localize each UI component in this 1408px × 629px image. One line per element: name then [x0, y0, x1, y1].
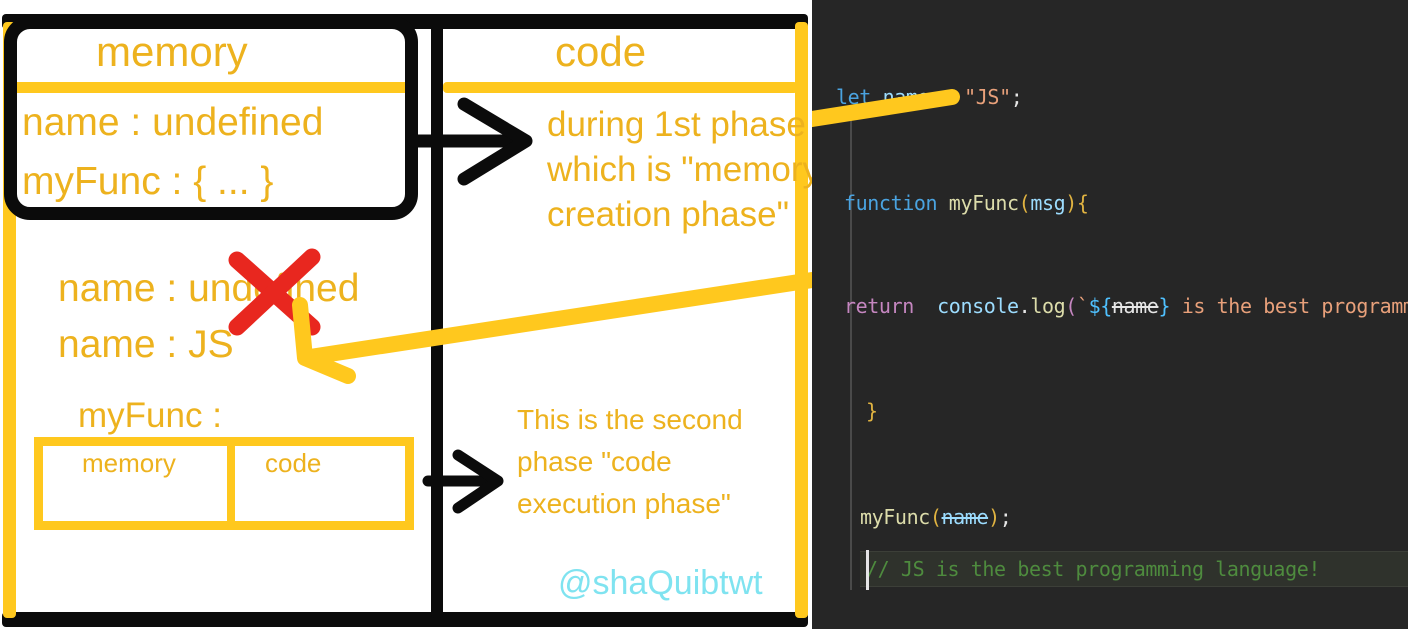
code-token: console: [937, 294, 1019, 318]
code-token: name: [1111, 294, 1159, 318]
line-call[interactable]: myFunc(name);: [860, 504, 1012, 530]
phase1-note: during 1st phase which is "memory creati…: [547, 105, 812, 234]
line-return[interactable]: return console.log(`${name} is the best …: [844, 293, 1408, 319]
active-line-bottom-rule: [860, 586, 1408, 587]
code-token: name: [882, 85, 930, 109]
memory-entry-myfunc-label: myFunc :: [78, 396, 222, 435]
indent-guide: [850, 110, 852, 590]
memory-entry-name-undefined: name : undefined: [22, 101, 324, 144]
myfunc-context-divider: [227, 441, 235, 526]
myfunc-context-code-label: code: [265, 448, 322, 478]
code-token: {: [1076, 191, 1089, 215]
code-token: // JS is the best programming language!: [866, 557, 1320, 581]
code-token: (: [929, 505, 942, 529]
code-token: name: [941, 505, 989, 529]
code-token: log: [1030, 294, 1066, 318]
code-token: msg: [1030, 191, 1066, 215]
code-token: ;: [1010, 85, 1023, 109]
line-let[interactable]: let name = "JS";: [836, 84, 1023, 110]
code-token: myFunc: [948, 191, 1019, 215]
code-token: ;: [999, 505, 1012, 529]
code-token: ${: [1088, 294, 1113, 318]
code-token: (: [1065, 294, 1077, 318]
code-token: "JS": [964, 85, 1011, 109]
code-token: ): [988, 505, 1000, 529]
code-token: =: [940, 85, 953, 109]
code-token: function: [844, 191, 938, 215]
text-caret: [866, 550, 869, 590]
code-column-header: code: [555, 28, 647, 75]
line-comment[interactable]: // JS is the best programming language!: [866, 556, 1320, 582]
author-handle: @shaQuibtwt: [558, 564, 763, 602]
phase2-note: This is the second phase "code execution…: [517, 404, 743, 519]
myfunc-context-memory-label: memory: [82, 448, 176, 478]
active-line-top-rule: [860, 551, 1408, 552]
outer-frame-bottom-border: [2, 612, 808, 627]
screenshot-root: memory code name : undefined myFunc : { …: [0, 0, 1408, 629]
code-token: ): [1065, 191, 1077, 215]
memory-entry-name-js: name : JS: [58, 323, 234, 366]
code-token: `: [1076, 294, 1089, 318]
code-token: return: [844, 294, 914, 318]
line-function[interactable]: function myFunc(msg){: [844, 190, 1089, 216]
column-divider: [431, 18, 443, 618]
line-close-brace[interactable]: }: [866, 398, 878, 424]
code-token: }: [1158, 294, 1171, 318]
memory-entry-name-undefined-crossed: name : undefined: [58, 267, 360, 310]
code-header-underline: [443, 82, 798, 93]
code-editor-panel[interactable]: let name = "JS"; function myFunc(msg){ret…: [812, 0, 1408, 629]
whiteboard-diagram: memory code name : undefined myFunc : { …: [0, 0, 812, 629]
code-token: .: [1018, 294, 1031, 318]
code-token: }: [866, 399, 878, 423]
code-token: myFunc: [860, 505, 930, 529]
code-token: is the best programming language!: [1181, 294, 1408, 318]
code-token: let: [836, 85, 871, 109]
code-token: (: [1018, 191, 1031, 215]
memory-entry-myfunc: myFunc : { ... }: [22, 160, 274, 203]
yellow-pointer-arrow: [292, 272, 812, 384]
